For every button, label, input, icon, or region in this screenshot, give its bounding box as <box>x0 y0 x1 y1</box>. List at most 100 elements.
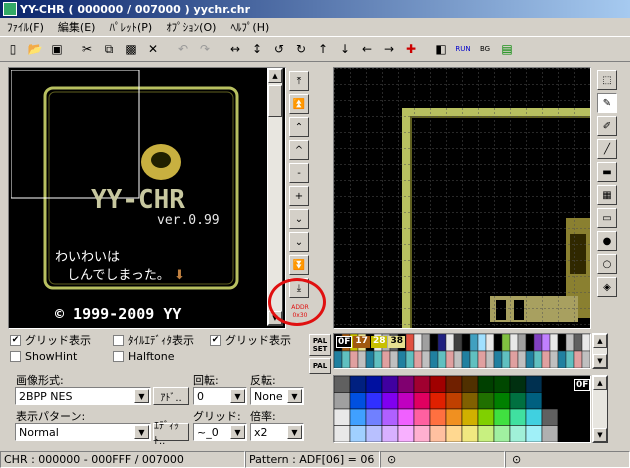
plus-icon[interactable]: + <box>289 186 309 206</box>
delete-icon[interactable]: ✕ <box>143 39 163 59</box>
shift-right-icon[interactable]: → <box>379 39 399 59</box>
format-button[interactable]: ｱﾄﾞ.. <box>153 387 189 405</box>
menu-file[interactable]: ﾌｧｲﾙ(F) <box>0 19 51 35</box>
paste-icon[interactable]: ▩ <box>121 39 141 59</box>
select-tool-icon[interactable]: ⬚ <box>597 70 617 90</box>
editor-canvas[interactable] <box>334 68 590 328</box>
showhint-checkbox[interactable]: ShowHint <box>10 350 77 363</box>
chevron-down-icon[interactable]: ▼ <box>287 425 302 439</box>
format-select[interactable]: 2BPP NES ▼ <box>15 387 151 405</box>
scroll-down-icon[interactable]: ▼ <box>593 428 607 442</box>
palette-set-swatch <box>509 350 519 369</box>
cut-icon[interactable]: ✂ <box>77 39 97 59</box>
menu-help[interactable]: ﾍﾙﾌﾟ(H) <box>223 19 276 35</box>
copy-icon[interactable]: ⧉ <box>99 39 119 59</box>
chevron-down-icon[interactable]: ▼ <box>134 425 149 439</box>
grid-checkbox[interactable]: ✔ グリッド表示 <box>10 332 91 348</box>
palette-color-swatch <box>365 408 383 426</box>
palette-set-swatch <box>381 350 391 369</box>
pal-button[interactable]: PAL <box>309 358 331 374</box>
circle-tool-icon[interactable]: ○ <box>597 254 617 274</box>
palette-window-icon[interactable]: ◧ <box>431 39 451 59</box>
chevron-down-icon[interactable]: ▼ <box>230 389 245 403</box>
palette-color-swatch <box>333 408 351 426</box>
reset-icon[interactable]: BG <box>475 39 495 59</box>
new-file-icon[interactable]: ▯ <box>3 39 23 59</box>
open-folder-icon[interactable]: 📂 <box>25 39 45 59</box>
pen-tool-icon[interactable]: ✎ <box>597 93 617 113</box>
color-palette[interactable]: 0F <box>333 375 591 443</box>
scroll-thumb[interactable] <box>268 85 282 117</box>
palette-color-swatch <box>333 425 351 443</box>
palette-scrollbar[interactable]: ▲ ▼ <box>592 375 608 443</box>
save-icon[interactable]: ▣ <box>47 39 67 59</box>
palette-set-swatch <box>557 350 567 369</box>
editor-pane[interactable] <box>333 67 591 329</box>
page-top-icon[interactable]: ⤒ <box>289 71 309 91</box>
color-swap-icon[interactable]: ✚ <box>401 39 421 59</box>
scroll-up-icon[interactable]: ▲ <box>268 69 282 83</box>
chevron-down-icon[interactable]: ▼ <box>230 425 245 439</box>
line-up-icon[interactable]: ^ <box>289 140 309 160</box>
pal-set-button[interactable]: PAL SET <box>309 334 331 356</box>
page-up-fast-icon[interactable]: ⏫ <box>289 94 309 114</box>
editor-grid-checkbox[interactable]: ✔ グリッド表示 <box>210 332 291 348</box>
palette-set-swatch <box>453 350 463 369</box>
chevron-down-icon[interactable]: ▼ <box>287 389 302 403</box>
redo-icon[interactable]: ↷ <box>195 39 215 59</box>
zoom-select[interactable]: x2 ▼ <box>250 423 304 441</box>
palette-set[interactable]: 0F 17 28 38 <box>333 333 591 369</box>
page-up-icon[interactable]: ⌃ <box>289 117 309 137</box>
scroll-down-icon[interactable]: ▼ <box>593 354 607 368</box>
shift-down-icon[interactable]: ↓ <box>335 39 355 59</box>
rotate-select[interactable]: 0 ▼ <box>193 387 247 405</box>
grid-check-icon[interactable]: ✔ <box>10 334 21 346</box>
menu-palette[interactable]: ﾊﾟﾚｯﾄ(P) <box>102 19 159 35</box>
minus-icon[interactable]: - <box>289 163 309 183</box>
flip-vertical-icon[interactable]: ↕ <box>247 39 267 59</box>
pattern-rect-tool-icon[interactable]: ▦ <box>597 185 617 205</box>
line-down-icon[interactable]: ⌄ <box>289 209 309 229</box>
pattern-button[interactable]: ｴﾃﾞｨｯﾄ.. <box>153 421 189 447</box>
color-palette-grid[interactable] <box>333 375 591 443</box>
palette-index-labels: 0F 17 28 38 <box>336 336 406 348</box>
chevron-down-icon[interactable]: ▼ <box>134 389 149 403</box>
fill-bucket-icon[interactable]: ◈ <box>597 277 617 297</box>
fill-icon[interactable]: ▤ <box>497 39 517 59</box>
palette-color-swatch <box>541 425 559 443</box>
scroll-up-icon[interactable]: ▲ <box>593 334 607 348</box>
rotate-left-icon[interactable]: ↺ <box>269 39 289 59</box>
palette-set-swatch <box>581 333 591 352</box>
palette-color-swatch <box>541 408 559 426</box>
line-tool-icon[interactable]: ╱ <box>597 139 617 159</box>
palette-set-swatch <box>413 350 423 369</box>
shift-left-icon[interactable]: ← <box>357 39 377 59</box>
page-down-icon[interactable]: ⌄ <box>289 232 309 252</box>
run-icon[interactable]: RUN <box>453 39 473 59</box>
palette-color-swatch <box>429 425 447 443</box>
undo-icon[interactable]: ↶ <box>173 39 193 59</box>
scroll-up-icon[interactable]: ▲ <box>593 376 607 390</box>
shift-up-icon[interactable]: ↑ <box>313 39 333 59</box>
page-down-fast-icon[interactable]: ⏬ <box>289 255 309 275</box>
menu-option[interactable]: ｵﾌﾟｼｮﾝ(O) <box>159 19 223 35</box>
palette-set-swatch <box>421 333 431 352</box>
palette-set-swatch <box>349 350 359 369</box>
menu-edit[interactable]: 編集(E) <box>51 19 103 35</box>
grid-select[interactable]: ~_0 ▼ <box>193 423 247 441</box>
tile-view[interactable]: YY-CHR ver.0.99 わいわいは しんでしまった。 ⬇ © 1999-… <box>8 67 286 329</box>
editor-grid-check-icon[interactable]: ✔ <box>210 334 221 346</box>
palette-set-scrollbar[interactable]: ▲ ▼ <box>592 333 608 369</box>
filled-rect-tool-icon[interactable]: ▬ <box>597 162 617 182</box>
pattern-select[interactable]: Normal ▼ <box>15 423 151 441</box>
rect-tool-icon[interactable]: ▭ <box>597 208 617 228</box>
palette-color-swatch <box>573 392 591 410</box>
flip-select[interactable]: None ▼ <box>250 387 304 405</box>
palette-color-swatch <box>477 408 495 426</box>
halftone-checkbox[interactable]: Halftone <box>113 350 175 363</box>
flip-horizontal-icon[interactable]: ↔ <box>225 39 245 59</box>
brush-tool-icon[interactable]: ✐ <box>597 116 617 136</box>
filled-circle-tool-icon[interactable]: ● <box>597 231 617 251</box>
rotate-right-icon[interactable]: ↻ <box>291 39 311 59</box>
halftone-hint-checkbox[interactable]: ﾀｲﾙｴﾃﾞｨﾀ表示 <box>113 332 194 348</box>
